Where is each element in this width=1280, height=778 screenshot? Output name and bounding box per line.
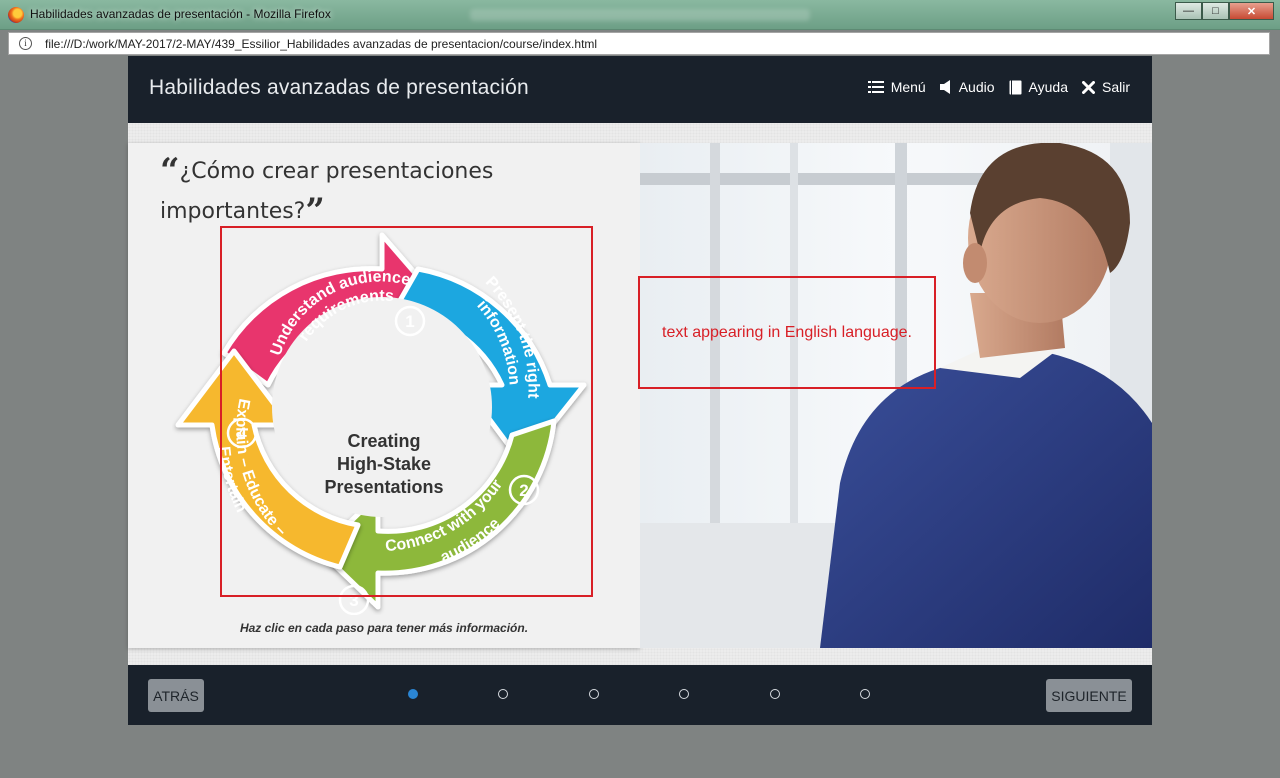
annotation-box-diagram	[220, 226, 593, 597]
menu-button[interactable]: Menú	[867, 79, 926, 95]
window-titlebar: Habilidades avanzadas de presentación - …	[0, 0, 1280, 30]
photo-panel	[640, 143, 1152, 648]
info-icon[interactable]: i	[19, 37, 32, 50]
window-controls: — □ ✕	[1175, 2, 1274, 20]
page-dot-6[interactable]	[860, 689, 870, 699]
minimize-button[interactable]: —	[1175, 2, 1202, 20]
businessman-photo	[640, 143, 1152, 648]
page-dot-1[interactable]	[408, 689, 418, 699]
page-gutter	[0, 56, 8, 778]
back-button[interactable]: ATRÁS	[148, 679, 204, 712]
course-header: Habilidades avanzadas de presentación Me…	[128, 56, 1152, 123]
open-quote-mark: “	[160, 151, 180, 191]
course-nav: Menú Audio Ayuda Salir	[867, 79, 1130, 95]
course-footer: ATRÁS SIGUIENTE	[128, 665, 1152, 725]
annotation-note: text appearing in English language.	[662, 324, 912, 341]
firefox-icon	[8, 7, 24, 23]
book-icon	[1009, 80, 1022, 94]
address-bar[interactable]: i file:///D:/work/MAY-2017/2-MAY/439_Ess…	[8, 32, 1270, 55]
help-button[interactable]: Ayuda	[1009, 79, 1068, 95]
menu-label: Menú	[890, 79, 926, 95]
page-dot-4[interactable]	[679, 689, 689, 699]
page-dot-5[interactable]	[770, 689, 780, 699]
page-dot-3[interactable]	[589, 689, 599, 699]
exit-label: Salir	[1101, 79, 1130, 95]
audio-button[interactable]: Audio	[939, 79, 995, 95]
course-title: Habilidades avanzadas de presentación	[149, 76, 529, 99]
close-x-icon	[1081, 80, 1095, 94]
next-button[interactable]: SIGUIENTE	[1046, 679, 1132, 712]
maximize-button[interactable]: □	[1202, 2, 1229, 20]
window-title: Habilidades avanzadas de presentación - …	[30, 7, 331, 21]
list-icon	[867, 81, 884, 93]
instruction-text: Haz clic en cada paso para tener más inf…	[239, 621, 529, 635]
blurred-window-title	[470, 9, 810, 21]
url-text[interactable]: file:///D:/work/MAY-2017/2-MAY/439_Essil…	[45, 37, 597, 51]
audio-label: Audio	[958, 79, 995, 95]
close-button[interactable]: ✕	[1229, 2, 1274, 20]
speaker-icon	[939, 80, 950, 94]
page-indicator	[408, 689, 878, 701]
page-dot-2[interactable]	[498, 689, 508, 699]
exit-button[interactable]: Salir	[1081, 79, 1130, 95]
help-label: Ayuda	[1028, 79, 1068, 95]
